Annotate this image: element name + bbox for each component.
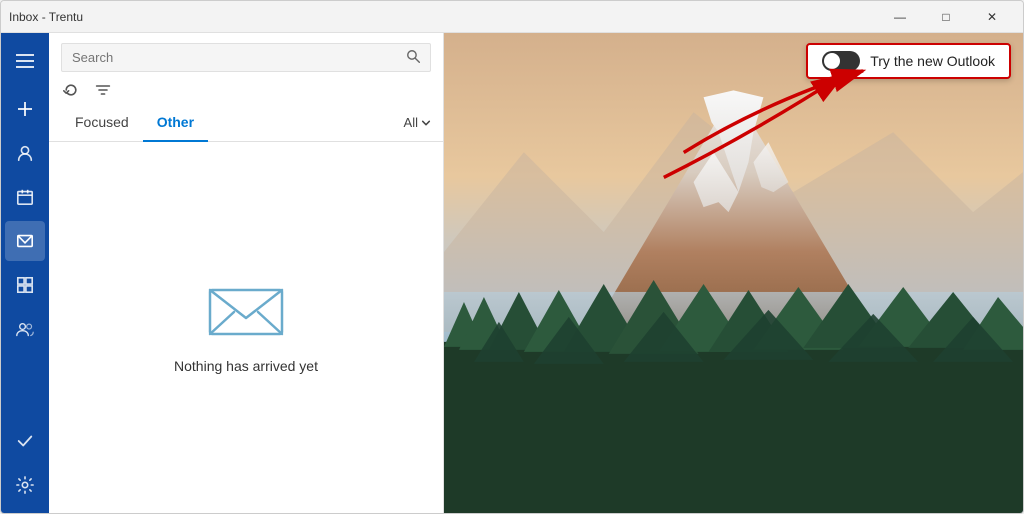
- search-input[interactable]: [72, 50, 402, 65]
- window-title: Inbox - Trentu: [9, 10, 83, 24]
- refresh-button[interactable]: [61, 80, 81, 100]
- tab-other[interactable]: Other: [143, 104, 208, 142]
- outlook-toggle-switch[interactable]: [822, 51, 860, 71]
- close-button[interactable]: ✕: [969, 1, 1015, 33]
- empty-state-message: Nothing has arrived yet: [174, 358, 318, 374]
- chevron-down-icon: [421, 118, 431, 128]
- nav-mail-button[interactable]: [5, 221, 45, 261]
- nav-calendar-button[interactable]: [5, 177, 45, 217]
- filter-button[interactable]: [93, 80, 113, 100]
- filter-all-dropdown[interactable]: All: [404, 109, 431, 136]
- nav-contacts-button[interactable]: [5, 309, 45, 349]
- tabs-row: Focused Other All: [49, 104, 443, 142]
- title-controls: — □ ✕: [877, 1, 1015, 33]
- search-icon: [406, 49, 420, 66]
- main-content: Focused Other All: [1, 33, 1023, 513]
- empty-envelope-icon: [206, 282, 286, 342]
- toggle-knob: [824, 53, 840, 69]
- nav-calendar2-button[interactable]: [5, 265, 45, 305]
- nav-people-button[interactable]: [5, 133, 45, 173]
- mail-panel: Focused Other All: [49, 33, 444, 513]
- title-bar: Inbox - Trentu — □ ✕: [1, 1, 1023, 33]
- maximize-button[interactable]: □: [923, 1, 969, 33]
- nav-tasks-button[interactable]: [5, 421, 45, 461]
- minimize-button[interactable]: —: [877, 1, 923, 33]
- toolbar-row: [61, 80, 431, 100]
- mail-header: [49, 33, 443, 104]
- tab-focused[interactable]: Focused: [61, 104, 143, 142]
- empty-state: Nothing has arrived yet: [49, 142, 443, 513]
- landscape-image: [444, 33, 1023, 513]
- app-window: Inbox - Trentu — □ ✕: [0, 0, 1024, 514]
- nav-sidebar: [1, 33, 49, 513]
- title-bar-left: Inbox - Trentu: [9, 10, 83, 24]
- nav-add-button[interactable]: [5, 89, 45, 129]
- nav-settings-button[interactable]: [5, 465, 45, 505]
- right-panel: Try the new Outlook: [444, 33, 1023, 513]
- hamburger-menu-button[interactable]: [5, 41, 45, 81]
- search-bar[interactable]: [61, 43, 431, 72]
- outlook-toggle-label: Try the new Outlook: [870, 53, 995, 69]
- outlook-toggle-bar: Try the new Outlook: [806, 43, 1011, 79]
